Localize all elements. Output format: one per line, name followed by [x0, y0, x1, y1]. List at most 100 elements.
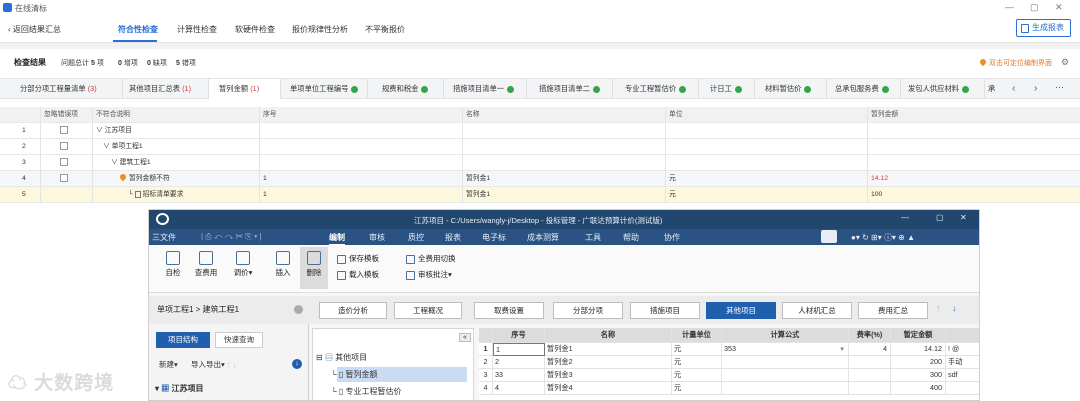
tab-project-structure[interactable]: 项目结构	[156, 332, 210, 348]
nav-measures[interactable]: 措施项目	[630, 302, 700, 319]
settings-icon[interactable]: ⚙	[1061, 57, 1069, 68]
view-fee-button[interactable]: 查费用	[191, 251, 221, 278]
tree-other-items[interactable]: ⊟ ▤ 其他项目	[316, 352, 367, 363]
tree-root[interactable]: ▾ ▦ 江苏项目	[155, 383, 203, 394]
menu-ebid[interactable]: 电子标	[482, 232, 506, 243]
back-button[interactable]: ‹ 返回结果汇总	[8, 24, 61, 35]
review-note-button[interactable]: 审核批注▾	[406, 269, 452, 280]
tab-quick-query[interactable]: 快速查询	[215, 332, 263, 348]
col-divider	[92, 107, 93, 203]
formula-select[interactable]: 353 ▾	[722, 343, 849, 356]
menu-review[interactable]: 审核	[369, 232, 385, 243]
table-row[interactable]: 5 └ 招标清单要求 1 暂列金1 元 100	[0, 187, 1080, 203]
ignore-checkbox[interactable]	[60, 142, 68, 151]
sheet-tab[interactable]: 其他项目汇总表 (1)	[123, 79, 209, 99]
toolbar-icons[interactable]: ●▾ ↻ ⊞▾ ⓘ▾ ⊕ ▲	[851, 232, 915, 243]
full-fee-switch-button[interactable]: 全费用切换	[406, 253, 456, 264]
minimize-icon[interactable]: —	[1005, 2, 1014, 12]
nav-fee-summary[interactable]: 费用汇总	[858, 302, 928, 319]
nav-cost-analysis[interactable]: 造价分析	[319, 302, 387, 319]
sheet-tab[interactable]: 总承包服务费	[827, 79, 901, 99]
editor-ribbon: 自检 查费用 调价▾ 插入 删除 保存模板 载入模板 全费用切换 审核批注▾	[149, 245, 979, 293]
menu-report[interactable]: 报表	[445, 232, 461, 243]
close-icon[interactable]: ✕	[960, 213, 967, 222]
check-ok-icon	[804, 85, 812, 93]
menu-collab[interactable]: 协作	[664, 232, 680, 243]
sheet-tab[interactable]: 措施项目清单二	[527, 79, 613, 99]
sheet-tab-active[interactable]: 暂列金额 (1)	[209, 79, 281, 99]
menu-qc[interactable]: 质控	[408, 232, 424, 243]
stat-added: 0 增项	[118, 60, 138, 67]
nav-fee-settings[interactable]: 取费设置	[474, 302, 544, 319]
menu-help[interactable]: 帮助	[623, 232, 639, 243]
tree-professional[interactable]: └ ▯ 专业工程暂估价	[331, 386, 402, 397]
grid-header: 忽略错误项 不符合说明 序号 名称 单位 暂列金额	[0, 107, 1080, 123]
table-row[interactable]: 2 2 暂列金2 元 200 手动	[479, 356, 979, 369]
collapse-icon[interactable]	[294, 305, 303, 314]
tab-software[interactable]: 软硬件检查	[235, 24, 275, 35]
table-row[interactable]: 4 4 暂列金4 元 400	[479, 382, 979, 395]
editor-menu: 三文件 | ⎙ ↶ ↷ ✂ ⎘ ▾ | 编制 审核 质控 报表 电子标 成本测算…	[149, 229, 979, 246]
switch-icon	[406, 254, 415, 264]
table-row[interactable]: 2 ∨ 单项工程1	[0, 139, 1080, 155]
project-panel: 项目结构 快速查询 新建▾ 导入导出▾ ↑ ↓ ↓ ▾ ▦ 江苏项目	[149, 324, 309, 400]
new-button[interactable]: 新建▾	[159, 359, 178, 370]
menu-file[interactable]: 三文件	[152, 232, 176, 243]
adjust-price-button[interactable]: 调价▾	[229, 251, 257, 278]
nav-other-items[interactable]: 其他项目	[706, 302, 776, 319]
sheet-tab[interactable]: 单项单位工程编号	[281, 79, 368, 99]
self-check-button[interactable]: 自检	[161, 251, 185, 278]
restore-icon[interactable]: ▢	[936, 213, 944, 222]
tab-compliance[interactable]: 符合性检查	[118, 24, 158, 35]
menu-edit[interactable]: 编制	[329, 232, 345, 246]
sheet-tab[interactable]: 规费和税金	[368, 79, 444, 99]
load-template-button[interactable]: 载入模板	[337, 269, 379, 280]
scroll-left-icon[interactable]: ‹	[1012, 83, 1015, 94]
sheet-tab[interactable]: 措施项目清单一	[444, 79, 527, 99]
tab-regularity[interactable]: 报价规律性分析	[292, 24, 348, 35]
table-row[interactable]: 4 暂列金额不符 1 暂列金1 元 14.12	[0, 171, 1080, 187]
ignore-checkbox[interactable]	[60, 158, 68, 167]
scroll-right-icon[interactable]: ›	[1034, 83, 1037, 94]
import-export-button[interactable]: 导入导出▾ ↑ ↓	[191, 359, 236, 370]
minimize-icon[interactable]: —	[901, 213, 909, 222]
down-arrow-icon[interactable]: ↓	[952, 303, 957, 313]
sheet-tab[interactable]: 分部分项工程量清单 (3)	[0, 79, 123, 99]
delete-button[interactable]: 删除	[300, 247, 328, 289]
nav-labor-material[interactable]: 人材机汇总	[782, 302, 852, 319]
nav-divisions[interactable]: 分部分项	[553, 302, 623, 319]
ignore-checkbox[interactable]	[60, 126, 68, 135]
nav-overview[interactable]: 工程概况	[394, 302, 462, 319]
table-row[interactable]: 3 33 暂列金3 元 300 sdf	[479, 369, 979, 382]
tab-calc[interactable]: 计算性检查	[177, 24, 217, 35]
stat-wrong: 5 错项	[176, 60, 196, 67]
sheet-tab[interactable]: 承	[985, 79, 1005, 99]
menu-tools[interactable]: 工具	[585, 232, 601, 243]
menu-cost[interactable]: 成本测算	[527, 232, 559, 243]
chat-icon[interactable]	[821, 230, 837, 243]
table-row[interactable]: 1 ∨ 江苏项目	[0, 123, 1080, 139]
close-icon[interactable]: ✕	[1055, 2, 1063, 13]
save-template-button[interactable]: 保存模板	[337, 253, 379, 264]
tree-provisional[interactable]: └ ▯ 暂列金额	[331, 369, 378, 380]
result-grid: 忽略错误项 不符合说明 序号 名称 单位 暂列金额 1 ∨ 江苏项目 2 ∨ 单…	[0, 107, 1080, 203]
sheet-tab[interactable]: 专业工程暂估价	[613, 79, 699, 99]
table-row[interactable]: 3 ∨ 建筑工程1	[0, 155, 1080, 171]
breadcrumb: 单项工程1 > 建筑工程1	[157, 305, 240, 314]
collapse-panel-icon[interactable]: «	[459, 333, 471, 342]
restore-icon[interactable]: ▢	[1030, 2, 1039, 13]
info-icon[interactable]: ↓	[292, 359, 302, 369]
insert-button[interactable]: 插入	[271, 251, 295, 278]
check-ok-icon	[881, 85, 889, 93]
generate-report-button[interactable]: 生成报表	[1016, 19, 1071, 37]
sheet-tab[interactable]: 材料暂估价	[755, 79, 827, 99]
up-arrow-icon[interactable]: ↑	[936, 303, 941, 313]
table-row[interactable]: 1 1 暂列金1 元 353 ▾ 4 14.12 ! @	[479, 343, 979, 356]
tab-unbalanced[interactable]: 不平衡报价	[365, 24, 405, 35]
sheet-tab[interactable]: 发包人供应材料	[901, 79, 985, 99]
col-divider	[259, 107, 260, 203]
more-icon[interactable]: ⋯	[1055, 82, 1064, 93]
ignore-checkbox[interactable]	[60, 174, 68, 183]
sheet-tabs: 分部分项工程量清单 (3) 其他项目汇总表 (1) 暂列金额 (1) 单项单位工…	[0, 78, 1080, 99]
sheet-tab[interactable]: 计日工	[699, 79, 755, 99]
